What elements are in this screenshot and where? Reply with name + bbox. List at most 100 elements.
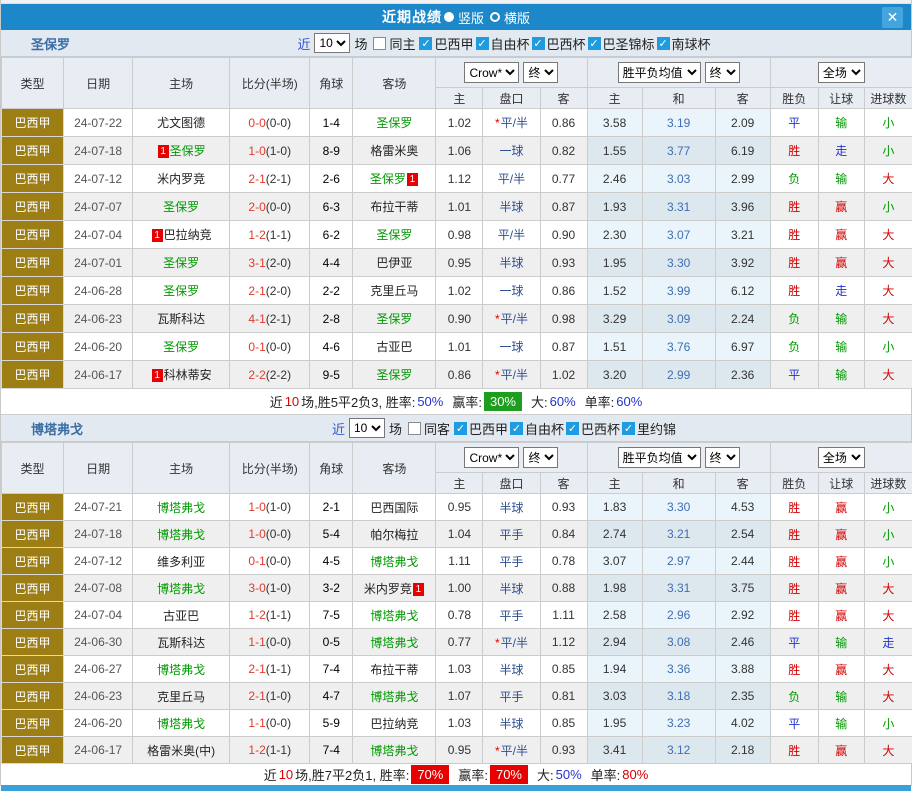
home-team-cell: 博塔弗戈	[133, 575, 230, 602]
team-label: 巴拉纳竞	[370, 717, 418, 731]
avg-away-cell: 2.35	[715, 683, 770, 710]
handicap-label: 半球	[499, 663, 523, 677]
avg-time-select[interactable]: 终	[705, 447, 740, 468]
dialog-title: 近期战绩	[382, 7, 442, 27]
date-cell: 24-07-18	[64, 137, 133, 165]
match-row: 巴西甲24-06-30瓦斯科达1-1(0-0)0-5博塔弗戈0.77*平/半1.…	[2, 629, 912, 656]
avg-draw-cell: 3.77	[642, 137, 715, 165]
rank-badge: 1	[407, 173, 418, 186]
team-label: 博塔弗戈	[370, 690, 418, 704]
result-cell: 负	[770, 305, 818, 333]
scope-select[interactable]: 全场	[818, 447, 865, 468]
avg-home-cell: 1.95	[587, 249, 642, 277]
home-team-cell: 克里丘马	[133, 683, 230, 710]
handicap-label: 平/半	[501, 744, 528, 758]
score-cell: 1-2(1-1)	[230, 737, 310, 764]
league-filter-checkbox[interactable]: ✓巴西杯	[532, 34, 586, 53]
fulltime-score: 1-1	[248, 635, 265, 649]
goals-result-cell: 大	[864, 602, 912, 629]
avg-draw-cell: 3.07	[642, 221, 715, 249]
match-row: 巴西甲24-06-23克里丘马2-1(1-0)4-7博塔弗戈1.07平手0.81…	[2, 683, 912, 710]
halftime-score: (2-1)	[266, 312, 291, 326]
summary-lead: 近	[270, 392, 283, 411]
corners-cell: 4-4	[310, 249, 353, 277]
team-label: 克里丘马	[157, 690, 205, 704]
handicap-result-cell: 赢	[818, 656, 864, 683]
halftime-score: (2-0)	[266, 256, 291, 270]
matches-table: 类型 日期 主场 比分(半场) 角球 客场 Crow*终 胜平负均值终 全场	[1, 57, 912, 389]
bookmaker-select[interactable]: Crow*	[464, 62, 519, 83]
league-filter-checkbox[interactable]: ✓自由杯	[510, 419, 564, 438]
close-button[interactable]: ✕	[882, 7, 903, 28]
score-cell: 3-1(2-0)	[230, 249, 310, 277]
col-header-score: 比分(半场)	[230, 58, 310, 109]
avg-time-select[interactable]: 终	[705, 62, 740, 83]
match-row: 巴西甲24-07-181圣保罗1-0(1-0)8-9格雷米奥1.06一球0.82…	[2, 137, 912, 165]
halftime-score: (0-0)	[266, 554, 291, 568]
recent-count-select[interactable]: 10	[314, 33, 350, 53]
layout-radio-horizontal[interactable]: 横版	[490, 8, 530, 27]
layout-radio-vertical[interactable]: 竖版	[448, 8, 484, 27]
handicap-cell: 一球	[483, 277, 540, 305]
avg-select[interactable]: 胜平负均值	[618, 447, 701, 468]
win-rate-badge: 50%	[417, 394, 443, 409]
goals-result-cell: 小	[864, 333, 912, 361]
handicap-label: 平/半	[498, 228, 525, 242]
handicap-cell: 平/半	[483, 221, 540, 249]
date-cell: 24-06-30	[64, 629, 133, 656]
league-filter-checkbox[interactable]: ✓自由杯	[476, 34, 530, 53]
team-label: 古亚巴	[376, 340, 412, 354]
team-name: 圣保罗	[31, 34, 70, 53]
avg-draw-cell: 3.31	[642, 193, 715, 221]
avg-away-cell: 4.53	[715, 494, 770, 521]
handicap-star-icon: *	[495, 116, 500, 130]
league-filter-label: 自由杯	[525, 419, 564, 438]
league-cell: 巴西甲	[2, 361, 64, 389]
fulltime-score: 1-2	[248, 608, 265, 622]
halftime-score: (2-2)	[266, 368, 291, 382]
filter-bar: 博塔弗戈 近 10 场 同客 ✓巴西甲✓自由杯✓巴西杯✓里约锦	[1, 415, 911, 442]
bookmaker-select[interactable]: Crow*	[464, 447, 519, 468]
date-cell: 24-07-22	[64, 109, 133, 137]
odds-away-cell: 0.78	[540, 548, 587, 575]
odds-time-select[interactable]: 终	[523, 447, 558, 468]
result-cell: 胜	[770, 494, 818, 521]
goals-result-cell: 大	[864, 249, 912, 277]
avg-away-cell: 6.19	[715, 137, 770, 165]
handicap-cell: 平/半	[483, 165, 540, 193]
scope-select[interactable]: 全场	[818, 62, 865, 83]
goals-result-cell: 大	[864, 165, 912, 193]
recent-label: 近	[297, 34, 310, 53]
team-label: 圣保罗	[376, 312, 412, 326]
league-filter-checkbox[interactable]: ✓南球杯	[657, 34, 711, 53]
checkbox-unchecked-icon	[373, 37, 386, 50]
league-filter-checkbox[interactable]: ✓巴圣锦标	[588, 34, 655, 53]
home-team-cell: 米内罗竞	[133, 165, 230, 193]
league-filter-checkbox[interactable]: ✓巴西杯	[566, 419, 620, 438]
league-filter-checkbox[interactable]: ✓巴西甲	[454, 419, 508, 438]
league-filter-checkbox[interactable]: ✓里约锦	[622, 419, 676, 438]
league-filter-checkbox[interactable]: ✓巴西甲	[419, 34, 473, 53]
match-row: 巴西甲24-07-08博塔弗戈3-0(1-0)3-2米内罗竞11.00半球0.8…	[2, 575, 912, 602]
same-venue-checkbox[interactable]: 同客	[408, 419, 450, 438]
team-label: 米内罗竞	[157, 172, 205, 186]
recent-count-select[interactable]: 10	[349, 418, 385, 438]
corners-cell: 6-3	[310, 193, 353, 221]
odds-time-select[interactable]: 终	[523, 62, 558, 83]
date-cell: 24-07-08	[64, 575, 133, 602]
home-team-cell: 古亚巴	[133, 602, 230, 629]
handicap-result-cell: 赢	[818, 494, 864, 521]
team-label: 瓦斯科达	[157, 312, 205, 326]
match-row: 巴西甲24-07-041巴拉纳竞1-2(1-1)6-2圣保罗0.98平/半0.9…	[2, 221, 912, 249]
odds-home-cell: 1.01	[436, 333, 483, 361]
same-venue-checkbox[interactable]: 同主	[373, 34, 415, 53]
fulltime-score: 2-1	[248, 689, 265, 703]
sub-header: 主	[587, 88, 642, 109]
profit-rate-label: 赢率:	[452, 392, 482, 411]
avg-select[interactable]: 胜平负均值	[618, 62, 701, 83]
league-cell: 巴西甲	[2, 575, 64, 602]
odds-home-cell: 1.01	[436, 193, 483, 221]
checkbox-checked-icon: ✓	[476, 37, 489, 50]
team-label: 圣保罗	[170, 144, 206, 158]
date-cell: 24-06-23	[64, 683, 133, 710]
